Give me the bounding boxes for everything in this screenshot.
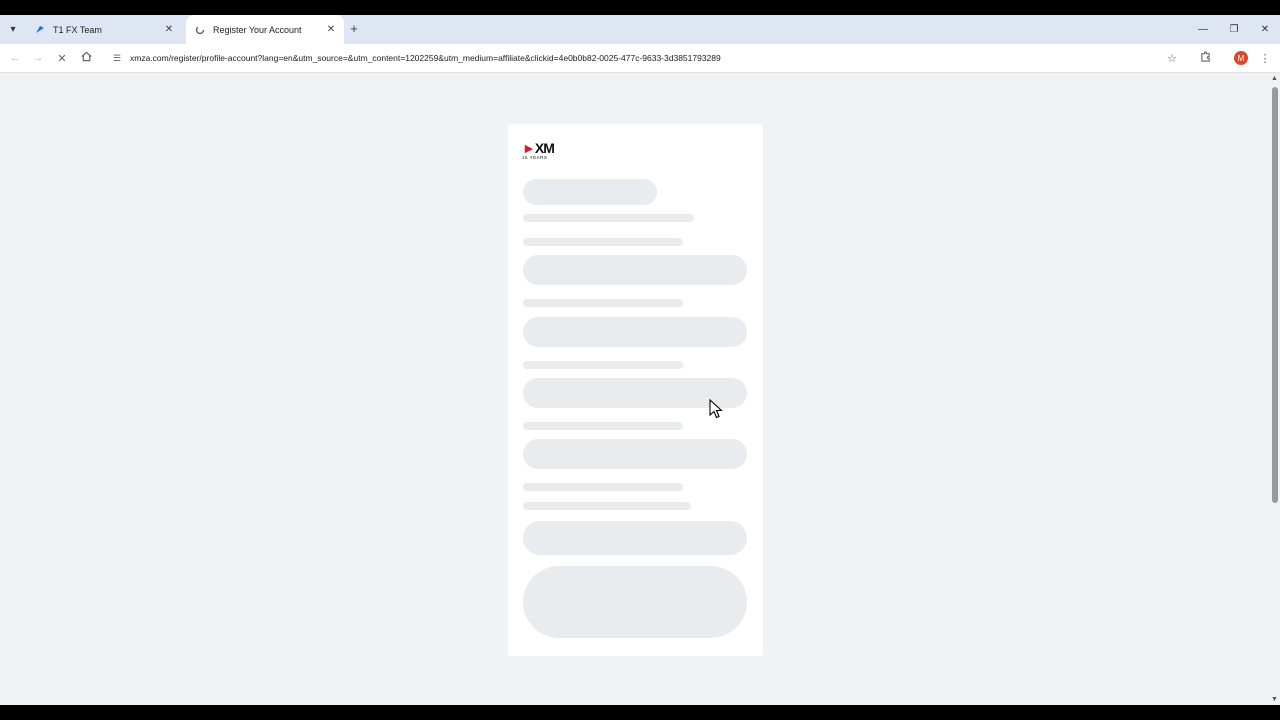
page-scrollbar[interactable]: ▲ ▼ [1269, 73, 1280, 705]
tab-register-your-account[interactable]: Register Your Account ✕ [186, 15, 344, 44]
xm-logo: ►XM 15 YEARS [522, 140, 555, 160]
bottom-bar [0, 705, 1280, 720]
chevron-down-icon: ▾ [10, 23, 16, 35]
skeleton-label [523, 422, 683, 430]
mouse-cursor-icon [709, 399, 723, 419]
skeleton-heading [523, 179, 657, 205]
skeleton-input [523, 317, 747, 347]
skeleton-input [523, 255, 747, 285]
browser-toolbar: ← → ✕ ☰ xmza.com/register/profile-accoun… [0, 44, 1280, 73]
tab-search-button[interactable]: ▾ [4, 20, 22, 38]
loading-icon [194, 24, 206, 36]
logo-text: XM [534, 140, 555, 156]
forward-arrow-icon: → [32, 52, 44, 64]
kebab-menu-icon: ⋮ [1259, 52, 1271, 65]
tab-t1-fx-team[interactable]: T1 FX Team ✕ [26, 15, 182, 44]
puzzle-icon [1200, 51, 1211, 65]
skeleton-subheading [523, 214, 694, 222]
extensions-button[interactable] [1196, 49, 1214, 67]
scroll-down-icon[interactable]: ▼ [1271, 696, 1278, 703]
plus-icon: + [350, 21, 358, 36]
home-button[interactable] [77, 49, 95, 67]
close-icon: ✕ [1260, 24, 1270, 35]
window-close-button[interactable]: ✕ [1250, 15, 1280, 44]
page-viewport: ►XM 15 YEARS [0, 73, 1280, 705]
profile-avatar[interactable]: M [1234, 51, 1248, 65]
skeleton-input [523, 439, 747, 469]
skeleton-input [523, 521, 747, 555]
skeleton-label [523, 299, 683, 307]
site-info-icon[interactable]: ☰ [109, 53, 125, 64]
tab-title: Register Your Account [213, 24, 302, 35]
back-arrow-icon: ← [9, 52, 21, 64]
restore-icon: ❐ [1229, 24, 1239, 35]
forward-button[interactable]: → [29, 49, 47, 67]
scrollbar-thumb[interactable] [1272, 87, 1278, 503]
restore-button[interactable]: ❐ [1219, 15, 1249, 44]
browser-menu-button[interactable]: ⋮ [1256, 49, 1274, 67]
close-icon[interactable]: ✕ [324, 24, 338, 35]
minimize-button[interactable]: — [1188, 15, 1218, 44]
back-button[interactable]: ← [6, 49, 24, 67]
skeleton-label [523, 483, 683, 491]
skeleton-label [523, 238, 683, 246]
address-bar[interactable]: ☰ xmza.com/register/profile-account?lang… [105, 47, 1195, 69]
tab-title: T1 FX Team [53, 24, 102, 35]
new-tab-button[interactable]: + [346, 21, 362, 37]
url-text: xmza.com/register/profile-account?lang=e… [130, 53, 721, 63]
skeleton-label [523, 361, 683, 369]
screen: ▾ T1 FX Team ✕ Register Your Account ✕ +… [0, 0, 1280, 720]
star-icon: ☆ [1167, 52, 1177, 65]
minimize-icon: — [1198, 24, 1208, 35]
stop-loading-button[interactable]: ✕ [53, 49, 71, 67]
skeleton-submit-button [523, 566, 747, 638]
close-icon[interactable]: ✕ [162, 24, 176, 35]
home-icon [81, 51, 92, 65]
skeleton-label [523, 502, 691, 510]
stop-loading-icon: ✕ [57, 52, 67, 65]
registration-card: ►XM 15 YEARS [508, 124, 763, 656]
tab-strip: ▾ T1 FX Team ✕ Register Your Account ✕ +… [0, 15, 1280, 44]
bookmark-button[interactable]: ☆ [1163, 49, 1181, 67]
t1-favicon-icon [34, 24, 46, 36]
scroll-up-icon[interactable]: ▲ [1271, 75, 1278, 82]
